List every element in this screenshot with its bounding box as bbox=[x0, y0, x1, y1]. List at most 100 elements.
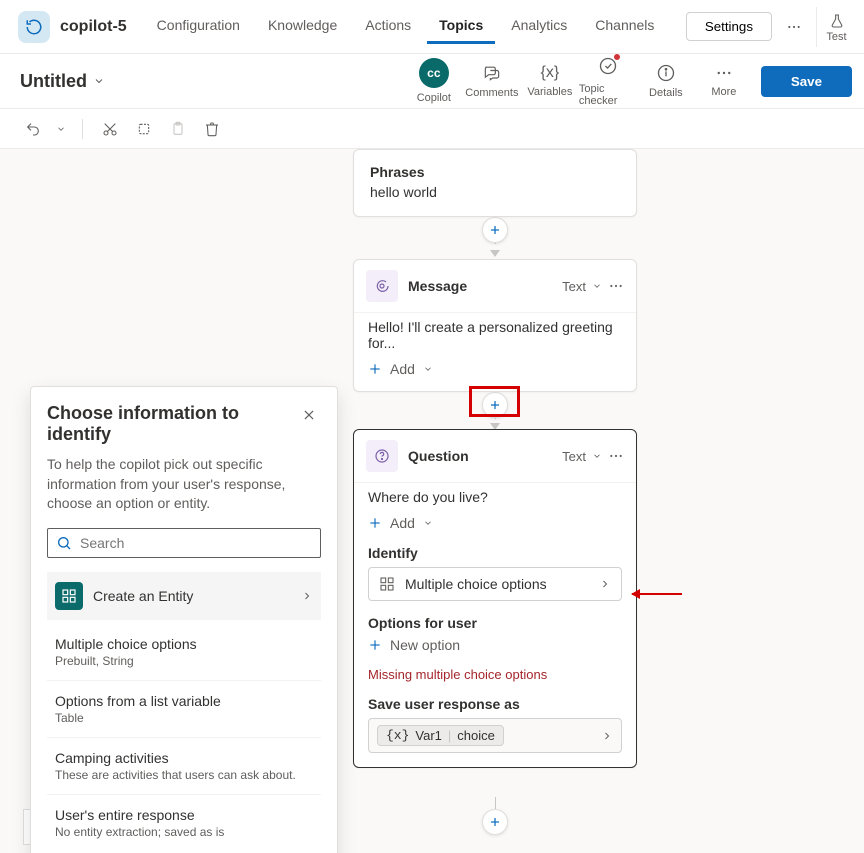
create-entity-label: Create an Entity bbox=[93, 588, 291, 604]
authoring-canvas[interactable]: Phrases hello world Message Text Hello! … bbox=[0, 149, 864, 853]
node-overflow-icon[interactable] bbox=[608, 278, 624, 294]
topic-checker-button[interactable]: Topic checker bbox=[579, 52, 637, 111]
chevron-right-icon bbox=[301, 590, 313, 602]
variable-chip: {x} Var1 | choice bbox=[377, 725, 504, 746]
more-label: More bbox=[711, 86, 736, 98]
copy-button[interactable] bbox=[129, 114, 159, 144]
tab-configuration[interactable]: Configuration bbox=[145, 9, 252, 44]
option-sub: No entity extraction; saved as is bbox=[55, 825, 313, 839]
more-button[interactable]: More bbox=[695, 60, 753, 102]
tab-actions[interactable]: Actions bbox=[353, 9, 423, 44]
add-message-button[interactable]: Add bbox=[368, 361, 622, 377]
add-node-button[interactable] bbox=[482, 217, 508, 243]
app-logo[interactable] bbox=[18, 11, 50, 43]
choose-identify-panel: Choose information to identify To help t… bbox=[30, 386, 338, 853]
red-arrow bbox=[632, 593, 682, 595]
entity-icon bbox=[379, 576, 395, 592]
tab-knowledge[interactable]: Knowledge bbox=[256, 9, 349, 44]
identify-value: Multiple choice options bbox=[405, 576, 589, 592]
add-label: Add bbox=[390, 515, 415, 531]
copilot-label: Copilot bbox=[417, 92, 451, 104]
cut-button[interactable] bbox=[95, 114, 125, 144]
question-icon bbox=[366, 440, 398, 472]
topic-checker-label: Topic checker bbox=[579, 83, 637, 107]
tab-channels[interactable]: Channels bbox=[583, 9, 666, 44]
message-node[interactable]: Message Text Hello! I'll create a person… bbox=[353, 259, 637, 392]
variables-button[interactable]: {x} Variables bbox=[521, 60, 579, 102]
variable-picker[interactable]: {x} Var1 | choice bbox=[368, 718, 622, 753]
option-list-variable[interactable]: Options from a list variable Table bbox=[47, 680, 321, 737]
phrases-title: Phrases bbox=[370, 164, 620, 180]
close-button[interactable] bbox=[297, 403, 321, 427]
node-overflow-icon[interactable] bbox=[608, 448, 624, 464]
settings-button[interactable]: Settings bbox=[686, 12, 772, 41]
subbar: Untitled cc Copilot Comments {x} Variabl… bbox=[0, 54, 864, 109]
message-title: Message bbox=[408, 278, 552, 294]
details-label: Details bbox=[649, 87, 683, 99]
add-label: Add bbox=[390, 361, 415, 377]
options-label: Options for user bbox=[368, 615, 622, 631]
add-node-button-3[interactable] bbox=[482, 809, 508, 835]
highlight-plus bbox=[469, 386, 520, 417]
chevron-right-icon bbox=[601, 730, 613, 742]
search-input-wrap[interactable] bbox=[47, 528, 321, 558]
add-question-text-button[interactable]: Add bbox=[368, 515, 622, 531]
comments-button[interactable]: Comments bbox=[463, 59, 521, 103]
option-title: User's entire response bbox=[55, 807, 313, 823]
identify-label: Identify bbox=[368, 545, 622, 561]
doc-title[interactable]: Untitled bbox=[20, 71, 105, 92]
question-node[interactable]: Question Text Where do you live? Add Ide… bbox=[353, 429, 637, 768]
variable-name: Var1 bbox=[415, 728, 442, 743]
validation-error: Missing multiple choice options bbox=[368, 667, 622, 682]
entity-option-list: Multiple choice options Prebuilt, String… bbox=[47, 620, 321, 851]
delete-button[interactable] bbox=[197, 114, 227, 144]
question-prompt[interactable]: Where do you live? bbox=[368, 489, 622, 505]
details-button[interactable]: Details bbox=[637, 59, 695, 103]
message-body[interactable]: Hello! I'll create a personalized greeti… bbox=[368, 319, 622, 351]
undo-button[interactable] bbox=[18, 114, 48, 144]
tab-analytics[interactable]: Analytics bbox=[499, 9, 579, 44]
save-button[interactable]: Save bbox=[761, 66, 852, 97]
chevron-down-icon[interactable] bbox=[592, 281, 602, 291]
chevron-down-icon bbox=[423, 364, 433, 374]
chevron-down-icon[interactable] bbox=[592, 451, 602, 461]
panel-desc: To help the copilot pick out specific in… bbox=[47, 455, 321, 514]
variables-label: Variables bbox=[527, 86, 572, 98]
option-title: Camping activities bbox=[55, 750, 313, 766]
nav-tabs: Configuration Knowledge Actions Topics A… bbox=[145, 9, 667, 44]
overflow-button[interactable] bbox=[776, 9, 812, 45]
question-title: Question bbox=[408, 448, 552, 464]
new-option-label: New option bbox=[390, 637, 460, 653]
phrases-value: hello world bbox=[370, 184, 620, 200]
panel-title: Choose information to identify bbox=[47, 403, 297, 445]
option-entire-response[interactable]: User's entire response No entity extract… bbox=[47, 794, 321, 851]
alert-dot-icon bbox=[614, 54, 620, 60]
new-option-button[interactable]: New option bbox=[368, 637, 622, 653]
save-as-label: Save user response as bbox=[368, 696, 622, 712]
message-type[interactable]: Text bbox=[562, 279, 586, 294]
option-multiple-choice[interactable]: Multiple choice options Prebuilt, String bbox=[47, 624, 321, 680]
message-icon bbox=[366, 270, 398, 302]
search-icon bbox=[56, 535, 72, 551]
option-sub: Prebuilt, String bbox=[55, 654, 313, 668]
undo-dropdown[interactable] bbox=[52, 114, 70, 144]
option-sub: Table bbox=[55, 711, 313, 725]
paste-button[interactable] bbox=[163, 114, 193, 144]
arrow-down-icon bbox=[490, 250, 500, 257]
avatar: cc bbox=[419, 58, 449, 88]
option-title: Options from a list variable bbox=[55, 693, 313, 709]
test-label: Test bbox=[826, 31, 846, 43]
trigger-node[interactable]: Phrases hello world bbox=[353, 149, 637, 217]
create-entity-button[interactable]: Create an Entity bbox=[47, 572, 321, 620]
identify-picker[interactable]: Multiple choice options bbox=[368, 567, 622, 601]
option-camping-activities[interactable]: Camping activities These are activities … bbox=[47, 737, 321, 794]
option-sub: These are activities that users can ask … bbox=[55, 768, 313, 782]
search-input[interactable] bbox=[80, 535, 312, 551]
tab-topics[interactable]: Topics bbox=[427, 9, 495, 44]
test-button[interactable]: Test bbox=[816, 7, 856, 47]
question-type[interactable]: Text bbox=[562, 449, 586, 464]
topbar: copilot-5 Configuration Knowledge Action… bbox=[0, 0, 864, 54]
copilot-button[interactable]: cc Copilot bbox=[405, 54, 463, 108]
chevron-right-icon bbox=[599, 578, 611, 590]
variable-type: choice bbox=[457, 728, 495, 743]
